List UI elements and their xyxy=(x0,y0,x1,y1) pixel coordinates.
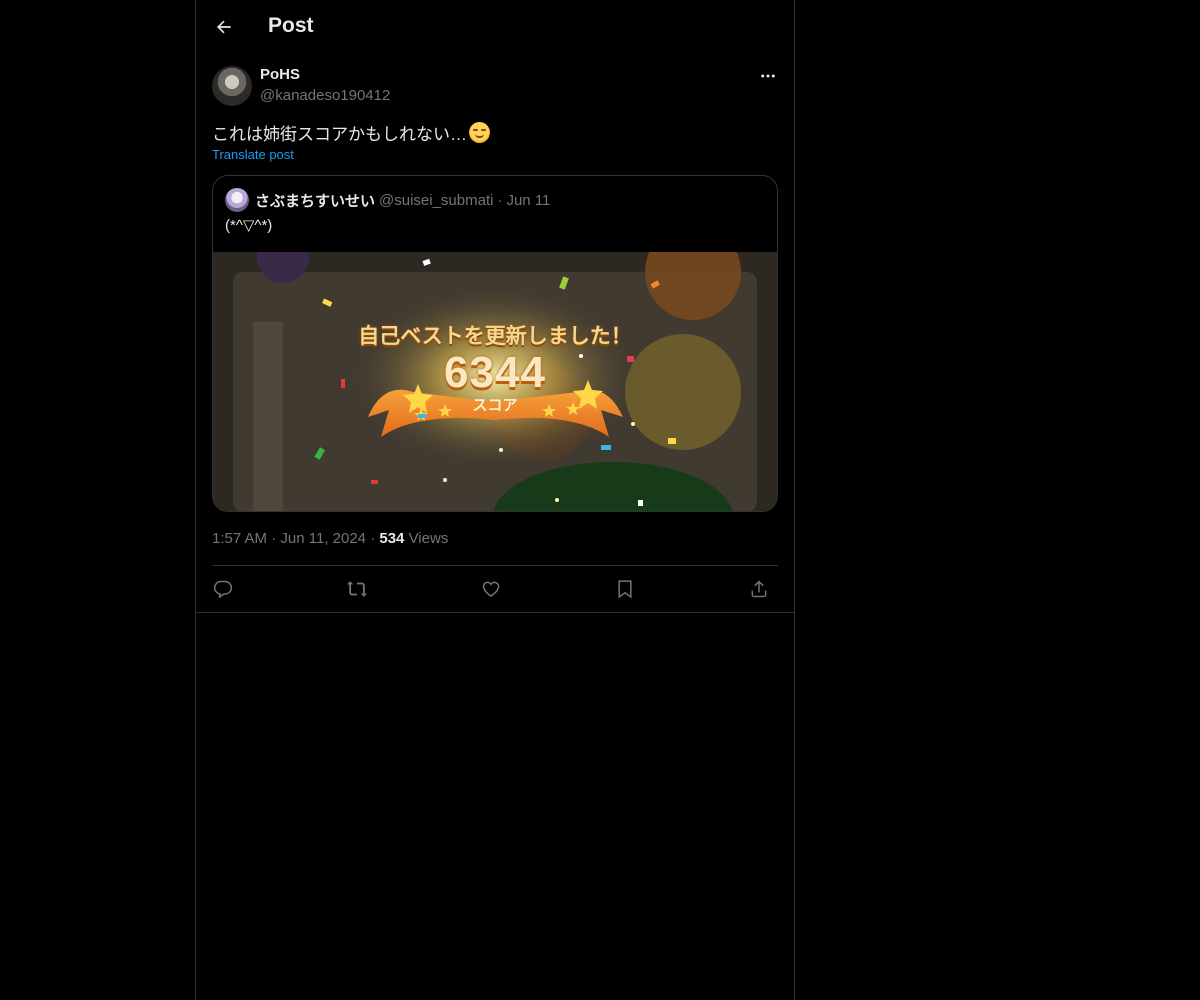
views-label: Views xyxy=(408,530,449,547)
quoted-author-handle: @suisei_submati xyxy=(379,191,494,209)
quoted-avatar xyxy=(225,188,249,212)
views-count: 534 xyxy=(379,530,405,547)
post-column: Post PoHS @kanadeso190412 これは姉街スコアかもしれない… xyxy=(195,0,795,1000)
quoted-author-name: さぶまちすいせい xyxy=(255,192,376,210)
score-banner-title: 自己ベストを更新しました！ xyxy=(358,325,632,348)
score-label: スコア xyxy=(472,397,518,414)
quoted-media-image[interactable]: 自己ベストを更新しました！ 6344 スコア xyxy=(213,252,777,511)
separator-dot: · xyxy=(370,530,376,547)
back-button[interactable] xyxy=(208,11,240,43)
post-author: PoHS @kanadeso190412 xyxy=(212,66,778,106)
share-icon xyxy=(751,580,767,598)
divider xyxy=(196,612,794,613)
bookmark-icon xyxy=(618,580,632,599)
avatar[interactable] xyxy=(212,66,252,106)
repost-button[interactable] xyxy=(346,578,368,600)
reply-icon xyxy=(213,580,233,599)
repost-icon xyxy=(346,581,368,597)
post-time[interactable]: 1:57 AM xyxy=(212,530,267,547)
action-bar xyxy=(212,566,778,612)
more-options-button[interactable] xyxy=(758,66,778,86)
quoted-post-header: さぶまちすいせい @suisei_submati · Jun 11 xyxy=(225,188,550,212)
page-title: Post xyxy=(268,14,314,37)
post-text: これは姉街スコアかもしれない… xyxy=(212,120,490,145)
post-date[interactable]: Jun 11, 2024 xyxy=(280,530,366,547)
arrow-left-icon xyxy=(217,20,231,34)
separator-dot: · xyxy=(497,191,503,209)
score-value: 6344 xyxy=(444,348,546,397)
post-text-content: これは姉街スコアかもしれない… xyxy=(212,125,467,144)
page-header: Post xyxy=(196,0,794,54)
author-name[interactable]: PoHS xyxy=(260,66,300,83)
separator-dot: · xyxy=(271,530,277,547)
more-horizontal-icon xyxy=(761,74,775,78)
smiling-face-icon xyxy=(469,122,490,143)
share-button[interactable] xyxy=(748,578,770,600)
post-metadata: 1:57 AM · Jun 11, 2024 · 534 Views xyxy=(212,530,448,547)
quoted-date: Jun 11 xyxy=(506,191,551,209)
bookmark-button[interactable] xyxy=(614,578,636,600)
quoted-post[interactable]: さぶまちすいせい @suisei_submati · Jun 11 (*^▽^*… xyxy=(212,175,778,512)
quoted-text: (*^▽^*) xyxy=(225,217,273,234)
translate-post-link[interactable]: Translate post xyxy=(212,147,294,162)
author-handle[interactable]: @kanadeso190412 xyxy=(260,87,390,104)
heart-icon xyxy=(482,581,500,597)
like-button[interactable] xyxy=(480,578,502,600)
reply-button[interactable] xyxy=(212,578,234,600)
